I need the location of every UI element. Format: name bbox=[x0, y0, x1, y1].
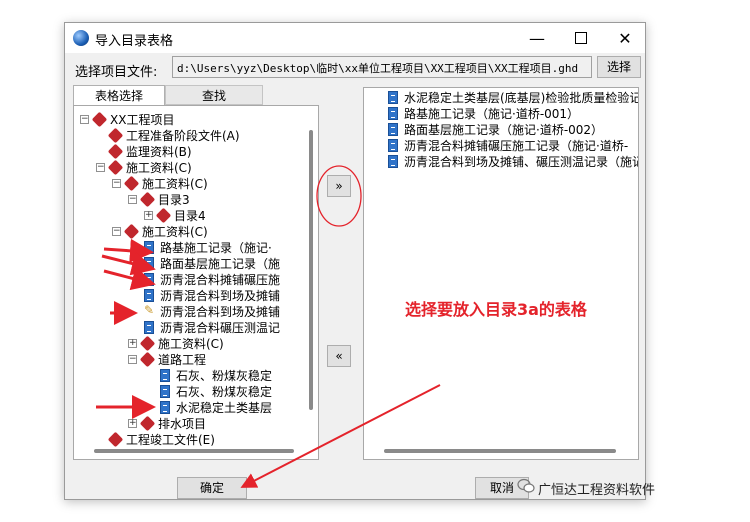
tree-node-label: 施工资料(C) bbox=[142, 177, 208, 191]
document-icon bbox=[388, 107, 398, 120]
document-icon bbox=[144, 241, 154, 254]
project-file-input[interactable]: d:\Users\yyz\Desktop\临时\xx单位工程项目\XX工程项目\… bbox=[172, 56, 592, 78]
tree-node-label: 路基施工记录（施记· bbox=[160, 241, 272, 255]
document-icon bbox=[160, 401, 170, 414]
book-icon bbox=[141, 417, 154, 430]
book-icon bbox=[93, 113, 106, 126]
title-bar: 导入目录表格 — ✕ bbox=[65, 23, 645, 53]
add-to-selection-button[interactable]: » bbox=[327, 175, 351, 197]
tree-node-label: 沥青混合料到场及摊铺 bbox=[160, 289, 281, 303]
collapse-icon[interactable]: − bbox=[96, 163, 105, 172]
horizontal-scrollbar[interactable] bbox=[94, 449, 294, 453]
tree-node-label: 沥青混合料摊铺碾压施 bbox=[160, 273, 281, 287]
maximize-icon bbox=[575, 32, 587, 44]
document-icon bbox=[388, 155, 398, 168]
watermark: 广恒达工程资料软件 bbox=[538, 483, 656, 498]
document-icon bbox=[388, 139, 398, 152]
book-icon bbox=[109, 129, 122, 142]
tree-node-label: 监理资料(B) bbox=[126, 145, 192, 159]
document-icon bbox=[144, 321, 154, 334]
tree-node-label: 工程竣工文件(E) bbox=[126, 433, 215, 447]
document-icon bbox=[388, 123, 398, 136]
tree-node-label: 石灰、粉煤灰稳定 bbox=[176, 369, 273, 383]
tree-node-label: 施工资料(C) bbox=[126, 161, 192, 175]
selected-tree[interactable]: 水泥稳定土类基层(底基层)检验批质量检验记 路基施工记录（施记·道桥-001） … bbox=[363, 87, 639, 460]
book-icon bbox=[109, 161, 122, 174]
tree-node-label: 水泥稳定土类基层 bbox=[176, 401, 273, 415]
book-icon bbox=[125, 225, 138, 238]
document-icon bbox=[160, 369, 170, 382]
book-icon bbox=[125, 177, 138, 190]
book-icon bbox=[157, 209, 170, 222]
tree-node-label: 目录4 bbox=[174, 209, 206, 223]
document-icon bbox=[160, 385, 170, 398]
selected-item-label: 沥青混合料到场及摊铺、碾压测温记录（施记 bbox=[404, 155, 639, 169]
minimize-button[interactable]: — bbox=[515, 23, 559, 53]
book-icon bbox=[109, 433, 122, 446]
import-dialog: 导入目录表格 — ✕ 选择项目文件: d:\Users\yyz\Desktop\… bbox=[64, 22, 646, 500]
browse-button[interactable]: 选择 bbox=[597, 56, 641, 78]
minimize-icon: — bbox=[529, 28, 545, 48]
close-icon: ✕ bbox=[618, 28, 632, 48]
tree-node-label: 施工资料(C) bbox=[158, 337, 224, 351]
close-button[interactable]: ✕ bbox=[603, 23, 647, 53]
horizontal-scrollbar[interactable] bbox=[384, 449, 616, 453]
book-icon bbox=[141, 353, 154, 366]
book-icon bbox=[141, 193, 154, 206]
tree-node-label: 路面基层施工记录（施 bbox=[160, 257, 281, 271]
selected-item-label: 水泥稳定土类基层(底基层)检验批质量检验记 bbox=[404, 91, 639, 105]
document-icon bbox=[144, 273, 154, 286]
expand-icon[interactable]: + bbox=[128, 339, 137, 348]
tree-node-label: 目录3 bbox=[158, 193, 190, 207]
wechat-icon bbox=[517, 478, 535, 493]
tree-node-label: 沥青混合料碾压测温记 bbox=[160, 321, 281, 335]
annotation-text: 选择要放入目录3a的表格 bbox=[405, 300, 587, 319]
tree-node-label: 施工资料(C) bbox=[142, 225, 208, 239]
collapse-icon[interactable]: − bbox=[112, 227, 121, 236]
selected-item-label: 沥青混合料摊铺碾压施工记录（施记·道桥- bbox=[404, 139, 629, 153]
pencil-icon: ✎ bbox=[144, 303, 155, 317]
collapse-icon[interactable]: − bbox=[80, 115, 89, 124]
book-icon bbox=[109, 145, 122, 158]
vertical-scrollbar[interactable] bbox=[308, 110, 316, 440]
tree-node-label: 工程准备阶段文件(A) bbox=[126, 129, 240, 143]
tree-node-label: 石灰、粉煤灰稳定 bbox=[176, 385, 273, 399]
collapse-icon[interactable]: − bbox=[128, 195, 137, 204]
expand-icon[interactable]: + bbox=[128, 419, 137, 428]
selected-item-label: 路基施工记录（施记·道桥-001） bbox=[404, 107, 580, 121]
expand-icon[interactable]: + bbox=[144, 211, 153, 220]
document-icon bbox=[388, 91, 398, 104]
source-tree[interactable]: − XX工程项目 工程准备阶段文件(A) 监理资料(B) − 施工资料(C) −… bbox=[73, 105, 319, 460]
tab-search[interactable]: 查找 bbox=[165, 85, 263, 105]
window-title: 导入目录表格 bbox=[95, 34, 174, 49]
tab-table-select[interactable]: 表格选择 bbox=[73, 85, 165, 105]
maximize-button[interactable] bbox=[559, 23, 603, 53]
tree-node-label: 沥青混合料到场及摊铺 bbox=[160, 305, 281, 319]
scroll-thumb[interactable] bbox=[309, 130, 313, 410]
ok-button[interactable]: 确定 bbox=[177, 477, 247, 499]
document-icon bbox=[144, 257, 154, 270]
tree-node-label: XX工程项目 bbox=[110, 113, 175, 127]
document-icon bbox=[144, 289, 154, 302]
selected-item-label: 路面基层施工记录（施记·道桥-002） bbox=[404, 123, 604, 137]
remove-from-selection-button[interactable]: « bbox=[327, 345, 351, 367]
collapse-icon[interactable]: − bbox=[112, 179, 121, 188]
collapse-icon[interactable]: − bbox=[128, 355, 137, 364]
tree-node-label: 排水项目 bbox=[158, 417, 207, 431]
book-icon bbox=[141, 337, 154, 350]
file-label: 选择项目文件: bbox=[75, 65, 158, 80]
app-globe-icon bbox=[73, 30, 89, 46]
tree-node-label: 道路工程 bbox=[158, 353, 207, 367]
